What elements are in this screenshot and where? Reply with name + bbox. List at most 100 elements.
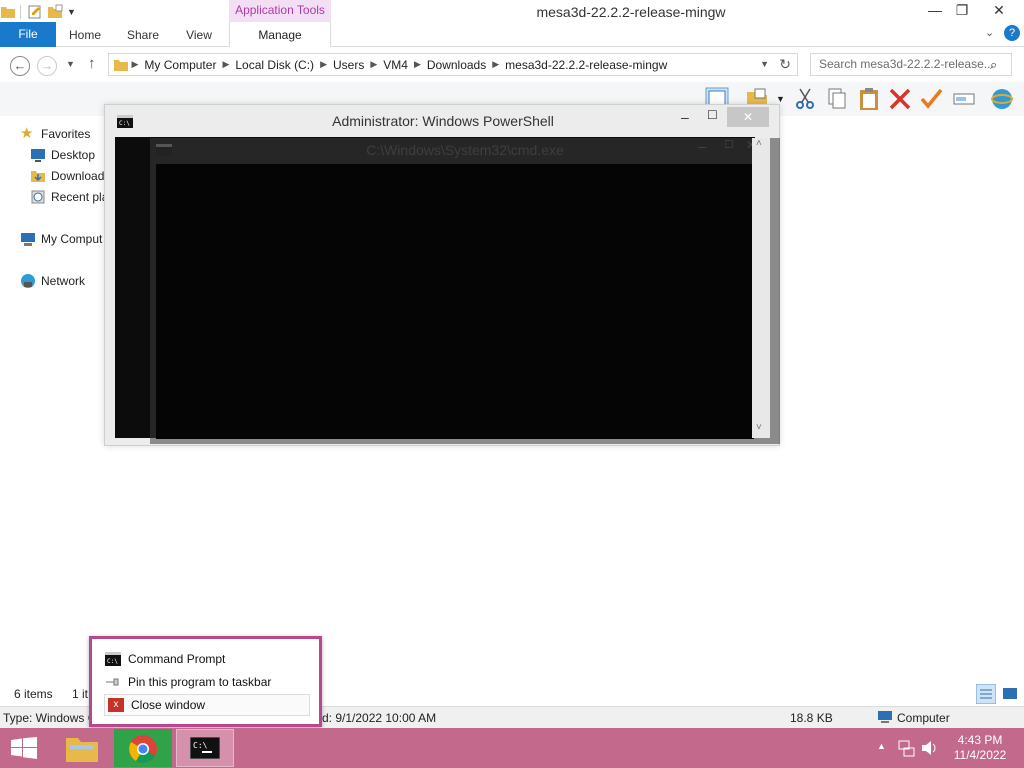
address-bar[interactable]: ▶ My Computer ▶ Local Disk (C:) ▶ Users … — [108, 53, 798, 76]
svg-text:C:\: C:\ — [107, 658, 118, 665]
checkmark-icon[interactable] — [919, 87, 943, 111]
clock-date: 11/4/2022 — [953, 748, 1007, 762]
large-icons-view-icon[interactable] — [1000, 684, 1020, 704]
powershell-maximize-button[interactable]: ☐ — [707, 108, 718, 122]
chevron-down-icon[interactable]: ▼ — [776, 94, 785, 104]
jumplist-command-prompt[interactable]: C:\ Command Prompt — [105, 649, 309, 669]
cmd-maximize-icon: ☐ — [724, 139, 734, 151]
details-view-icon[interactable] — [976, 684, 996, 704]
recent-locations-icon[interactable]: ▼ — [66, 59, 75, 69]
breadcrumb-current-folder[interactable]: mesa3d-22.2.2-release-mingw — [499, 58, 673, 72]
taskbar: C:\ ▲ 4:43 PM 11/4/2022 — [0, 728, 1024, 768]
file-date: d: 9/1/2022 10:00 AM — [322, 711, 437, 725]
back-button[interactable]: ← — [10, 56, 30, 76]
nav-network[interactable]: Network — [20, 271, 85, 291]
window-title: mesa3d-22.2.2-release-mingw — [536, 4, 726, 20]
powershell-close-button[interactable]: ✕ — [727, 107, 769, 127]
close-icon: x — [108, 698, 124, 712]
tab-home[interactable]: Home — [62, 22, 108, 47]
console-scrollbar[interactable]: ˄ ˅ — [752, 138, 770, 438]
console-icon: C:\ — [190, 737, 220, 759]
tab-file[interactable]: File — [0, 22, 56, 47]
file-type: Type: Windows C — [3, 711, 97, 725]
nav-my-computer[interactable]: My Comput — [20, 229, 102, 249]
nav-computer-label: My Comput — [41, 232, 103, 246]
forward-button[interactable]: → — [37, 56, 57, 76]
navigation-pane: ★ Favorites Desktop Download Recent pla … — [0, 116, 108, 676]
address-row: ← → ▼ ↑ ▶ My Computer ▶ Local Disk (C:) … — [0, 48, 1024, 82]
nav-favorites-label: Favorites — [41, 127, 91, 141]
chevron-right-icon: ▶ — [492, 59, 500, 69]
copy-icon[interactable] — [825, 87, 849, 111]
cut-icon[interactable] — [793, 87, 817, 111]
refresh-icon[interactable]: ↻ — [779, 56, 791, 73]
maximize-button[interactable]: ❐ — [947, 0, 977, 22]
quick-access-toolbar: ▼ — [0, 2, 76, 22]
chevron-right-icon: ▶ — [129, 59, 139, 69]
powershell-title-bar[interactable]: C:\ Administrator: Windows PowerShell – … — [105, 105, 781, 137]
system-clock[interactable]: 4:43 PM 11/4/2022 — [940, 733, 1020, 763]
breadcrumb-downloads[interactable]: Downloads — [421, 58, 492, 72]
desktop-icon — [31, 149, 45, 162]
chrome-icon — [129, 735, 157, 763]
scroll-up-icon[interactable]: ˄ — [756, 138, 762, 149]
search-icon[interactable]: ⌕ — [990, 57, 997, 73]
nav-downloads[interactable]: Download — [30, 166, 104, 186]
cmd-console — [156, 164, 754, 439]
powershell-minimize-button[interactable]: – — [681, 109, 689, 125]
ribbon-tabs: File Home Share View Manage ⌄ ? — [0, 22, 1024, 47]
file-explorer-taskbar-button[interactable] — [53, 729, 111, 767]
cmd-minimize-icon: – — [698, 138, 706, 154]
divider — [20, 5, 21, 19]
jumplist-close-label: Close window — [131, 698, 206, 712]
jumplist-close-window[interactable]: x Close window — [104, 694, 310, 716]
recent-places-icon — [31, 190, 45, 204]
nav-recent-places[interactable]: Recent pla — [30, 187, 108, 207]
console-icon: C:\ — [105, 652, 121, 666]
chevron-down-icon[interactable]: ▼ — [67, 7, 76, 17]
jumplist-command-prompt-label: Command Prompt — [128, 652, 226, 666]
star-icon: ★ — [20, 125, 34, 142]
cmd-window-preview: C:\Windows\System32\cmd.exe – ☐ ✕ — [150, 138, 780, 444]
chevron-right-icon: ▶ — [413, 59, 421, 69]
tab-view[interactable]: View — [176, 22, 222, 47]
cmd-taskbar-button[interactable]: C:\ — [176, 729, 234, 767]
selected-count: 1 it — [72, 687, 89, 701]
address-history-icon[interactable]: ▼ — [760, 59, 769, 69]
file-location: Computer — [897, 711, 950, 725]
breadcrumb-my-computer[interactable]: My Computer — [138, 58, 222, 72]
windows-start-icon[interactable] — [11, 737, 37, 759]
up-arrow-icon[interactable]: ↑ — [88, 55, 96, 72]
tab-share[interactable]: Share — [120, 22, 166, 47]
paste-icon[interactable] — [857, 87, 881, 111]
rename-icon[interactable] — [952, 87, 976, 111]
nav-favorites[interactable]: ★ Favorites — [20, 124, 90, 144]
volume-icon[interactable] — [920, 739, 938, 757]
help-icon[interactable]: ? — [1004, 25, 1020, 41]
close-button[interactable]: ✕ — [984, 0, 1014, 22]
title-bar: ▼ Application Tools mesa3d-22.2.2-releas… — [0, 0, 1024, 22]
show-hidden-icons-icon[interactable]: ▲ — [877, 741, 886, 751]
minimize-button[interactable]: — — [920, 0, 950, 22]
clock-time: 4:43 PM — [957, 733, 1003, 747]
properties-icon[interactable] — [27, 4, 43, 20]
network-icon[interactable] — [897, 739, 915, 757]
nav-desktop-label: Desktop — [51, 148, 96, 162]
breadcrumb-local-disk[interactable]: Local Disk (C:) — [229, 58, 320, 72]
nav-recent-label: Recent pla — [51, 190, 108, 204]
jumplist-pin-to-taskbar[interactable]: Pin this program to taskbar — [105, 672, 309, 692]
new-folder-icon[interactable] — [47, 4, 63, 20]
computer-icon — [878, 711, 892, 723]
scroll-down-icon[interactable]: ˅ — [756, 422, 762, 433]
delete-icon[interactable] — [888, 87, 912, 111]
breadcrumb-vm4[interactable]: VM4 — [377, 58, 414, 72]
network-globe-icon[interactable] — [990, 87, 1014, 111]
file-explorer-icon — [66, 738, 98, 762]
nav-downloads-label: Download — [51, 169, 105, 183]
nav-desktop[interactable]: Desktop — [30, 145, 95, 165]
breadcrumb-users[interactable]: Users — [327, 58, 370, 72]
search-input[interactable]: Search mesa3d-22.2.2-release... — [810, 53, 1012, 76]
chrome-taskbar-button[interactable] — [114, 729, 172, 767]
tab-manage[interactable]: Manage — [229, 22, 331, 47]
ribbon-expand-icon[interactable]: ⌄ — [985, 26, 994, 39]
